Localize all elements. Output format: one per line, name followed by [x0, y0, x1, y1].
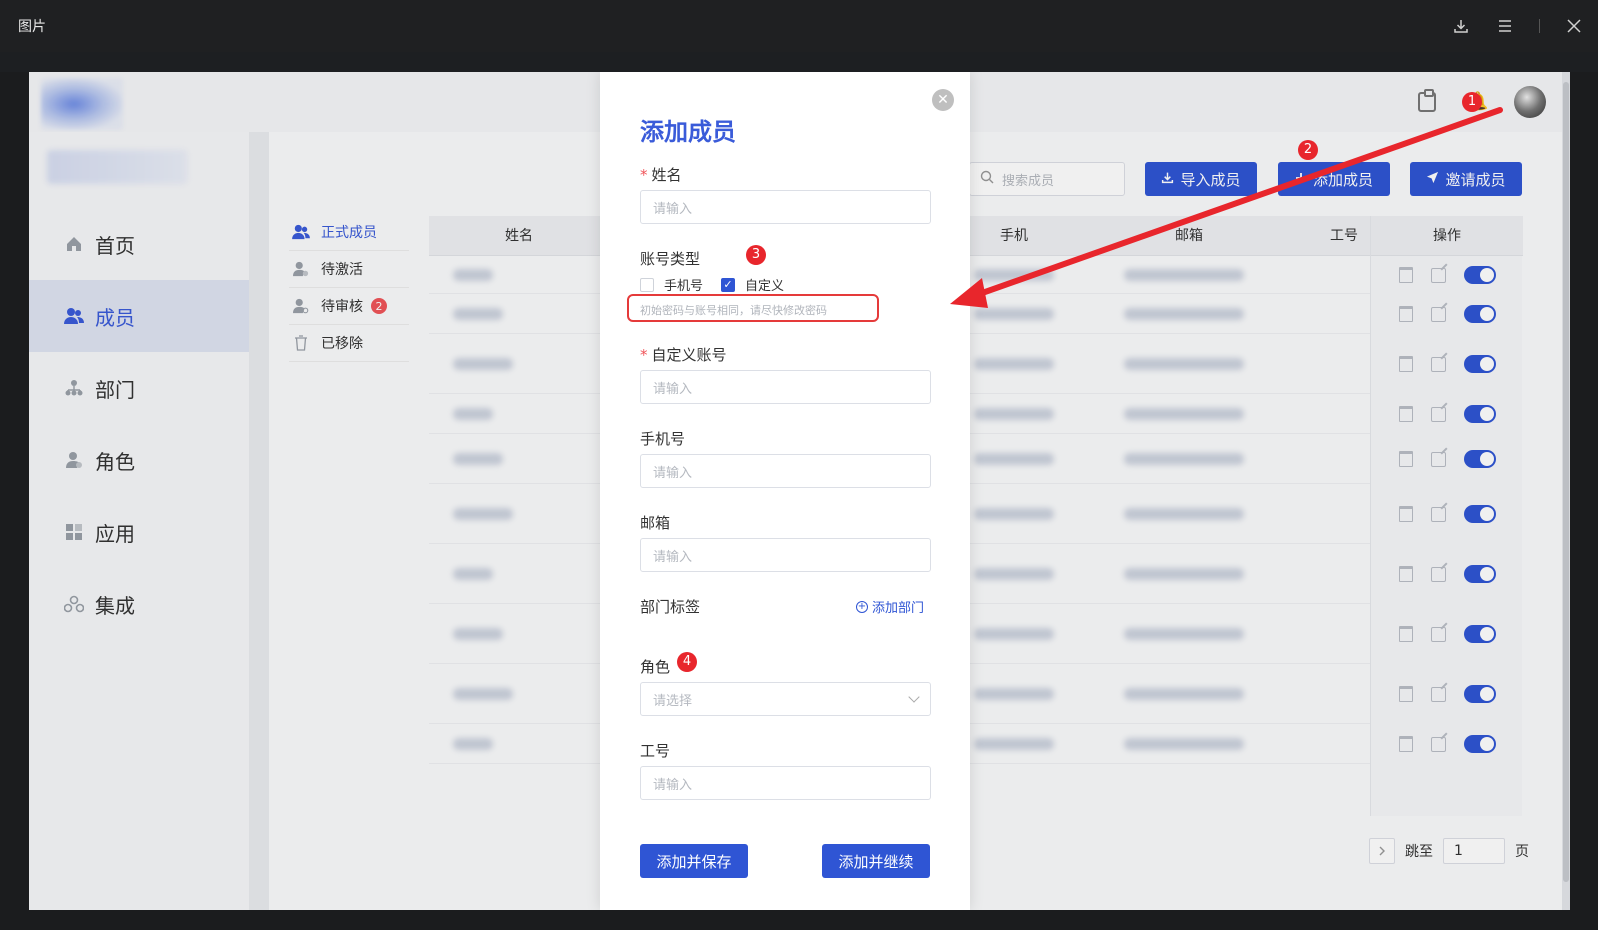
placeholder: 请输入: [653, 549, 693, 565]
close-icon[interactable]: [1564, 16, 1584, 36]
dialog-title: 添加成员: [640, 118, 736, 146]
viewer-actions: [1451, 0, 1584, 52]
plus-circle-icon: +: [856, 600, 868, 613]
dept-tag-label: 部门标签: [640, 598, 701, 616]
annotation-step-1: 1: [1462, 92, 1482, 112]
custom-checkbox[interactable]: ✓: [721, 277, 736, 292]
phone-input[interactable]: 请输入: [640, 454, 931, 488]
hint-highlight-box: [627, 294, 879, 322]
placeholder: 请选择: [653, 693, 693, 709]
annotation-step-2: 2: [1298, 140, 1318, 160]
phone-option-label: 手机号: [664, 279, 704, 294]
name-input[interactable]: 请输入: [640, 190, 931, 224]
custom-account-input[interactable]: 请输入: [640, 370, 931, 404]
account-type-label: 账号类型: [640, 250, 701, 268]
viewer-title: 图片: [18, 19, 46, 35]
name-label: * 姓名: [640, 166, 682, 184]
custom-account-label: * 自定义账号: [640, 346, 727, 364]
add-department-link[interactable]: + 添加部门: [856, 597, 924, 616]
phone-label: 手机号: [640, 430, 686, 448]
email-input[interactable]: 请输入: [640, 538, 931, 572]
placeholder: 请输入: [653, 777, 693, 793]
placeholder: 请输入: [653, 201, 693, 217]
add-department-label: 添加部门: [872, 601, 925, 616]
background-editor-toolbar: [0, 52, 1598, 72]
annotation-step-4: 4: [677, 652, 697, 672]
name-label-text: 姓名: [651, 166, 682, 184]
role-select[interactable]: 请选择: [640, 682, 931, 716]
placeholder: 请输入: [653, 465, 693, 481]
employee-id-label: 工号: [640, 742, 671, 760]
add-and-continue-button[interactable]: 添加并继续: [822, 844, 930, 878]
phone-checkbox[interactable]: [640, 277, 654, 292]
toolbar-divider: [1539, 19, 1540, 33]
custom-option-label: 自定义: [745, 279, 785, 294]
app-screenshot: 🔔 首页 成员 部门 角色: [29, 72, 1570, 910]
employee-id-input[interactable]: 请输入: [640, 766, 931, 800]
annotation-step-3: 3: [746, 245, 766, 265]
placeholder: 请输入: [653, 381, 693, 397]
download-icon[interactable]: [1451, 16, 1471, 36]
account-type-options: 手机号 ✓ 自定义: [640, 275, 784, 294]
role-label: 角色: [640, 658, 671, 676]
add-member-dialog: ✕ 添加成员 * 姓名 请输入 账号类型 手机号 ✓ 自定义 初始密码与账号相同，…: [600, 72, 970, 910]
custom-account-label-text: 自定义账号: [651, 346, 727, 364]
close-icon[interactable]: ✕: [932, 89, 954, 111]
menu-icon[interactable]: [1495, 16, 1515, 36]
viewer-title-bar: 图片: [0, 0, 1598, 52]
email-label: 邮箱: [640, 514, 671, 532]
add-and-save-button[interactable]: 添加并保存: [640, 844, 748, 878]
chevron-down-icon: [908, 691, 920, 703]
